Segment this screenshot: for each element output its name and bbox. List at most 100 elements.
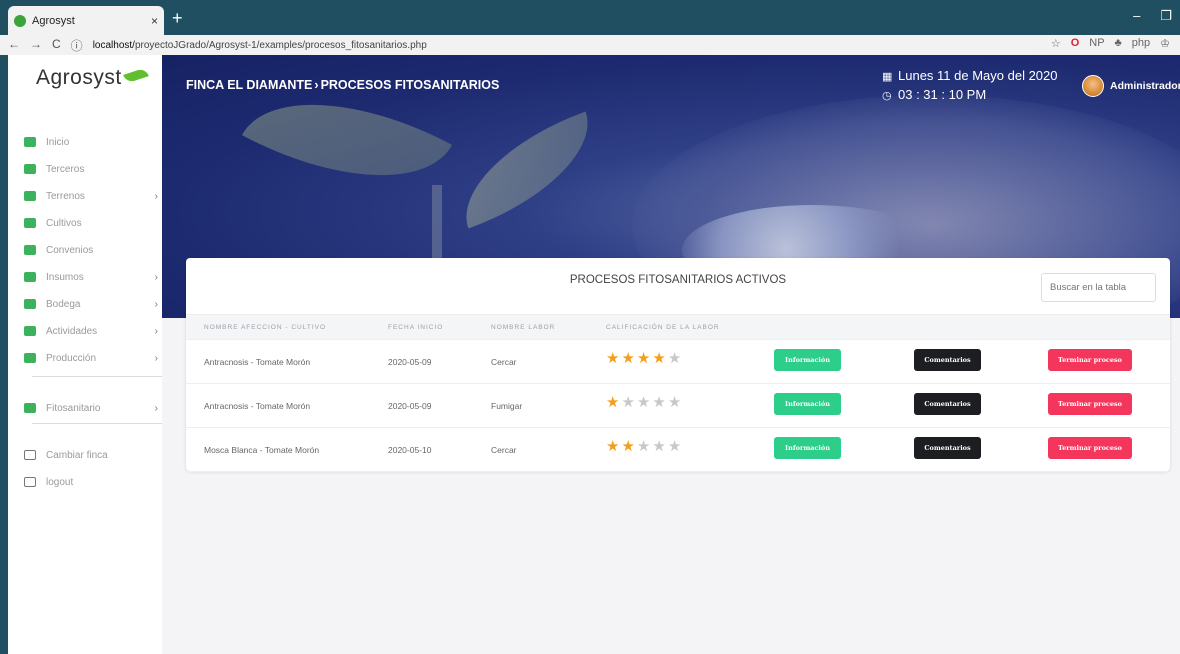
sidebar: Agrosyst Inicio Terceros Terrenos › Cultivos…	[0, 55, 162, 654]
sidebar-item-logout[interactable]: logout	[24, 472, 164, 492]
table-row: Mosca Blanca - Tomate Morón 2020-05-10 Cer…	[186, 428, 1170, 472]
sidebar-item-label: Fitosanitario	[46, 402, 101, 414]
comments-button[interactable]: Comentarios	[914, 437, 981, 459]
info-button[interactable]: Información	[774, 349, 841, 371]
sidebar-item-producción[interactable]: Producción ›	[24, 348, 164, 368]
sidebar-item-cultivos[interactable]: Cultivos	[24, 213, 164, 233]
star-empty-icon: ★	[652, 438, 668, 455]
table-row: Antracnosis - Tomate Morón 2020-05-09 Fumi…	[186, 384, 1170, 428]
bookmark-star-icon[interactable]: ☆	[1051, 37, 1061, 50]
swap-icon	[24, 450, 36, 460]
sidebar-item-label: Cultivos	[46, 217, 82, 229]
cell-afeccion: Antracnosis - Tomate Morón	[204, 401, 311, 411]
cell-fecha: 2020-05-09	[388, 357, 432, 367]
cell-fecha: 2020-05-10	[388, 445, 432, 455]
rating-stars: ★★★★★	[606, 437, 683, 455]
date-time: ▦ Lunes 11 de Mayo del 2020 ◷ 03 : 31 : 10…	[882, 67, 1058, 105]
sidebar-item-label: Cambiar finca	[46, 449, 108, 461]
sidebar-item-label: Terrenos	[46, 190, 85, 202]
sidebar-item-cambiar-finca[interactable]: Cambiar finca	[24, 445, 164, 465]
favicon-icon	[14, 14, 26, 27]
banner-leaf-image	[444, 111, 610, 229]
star-empty-icon: ★	[667, 350, 684, 367]
users-icon	[24, 164, 36, 174]
chevron-right-icon: ›	[154, 352, 158, 364]
terrain-icon	[24, 191, 36, 201]
sidebar-item-insumos[interactable]: Insumos ›	[24, 267, 164, 287]
sidebar-item-convenios[interactable]: Convenios	[24, 240, 164, 260]
finish-process-button[interactable]: Terminar proceso	[1048, 349, 1132, 371]
column-header-afeccion: NOMBRE AFECCION - CULTIVO	[204, 324, 327, 331]
sidebar-item-actividades[interactable]: Actividades ›	[24, 321, 164, 341]
column-header-labor: NOMBRE LABOR	[491, 324, 556, 331]
avatar	[1082, 75, 1104, 97]
chevron-right-icon: ›	[154, 325, 158, 337]
np-extension-icon[interactable]: NP	[1089, 37, 1104, 50]
sidebar-divider	[32, 376, 162, 377]
sidebar-divider	[32, 423, 162, 424]
column-header-fecha: FECHA INICIO	[388, 324, 444, 331]
php-extension-icon[interactable]: php	[1132, 37, 1150, 50]
info-icon[interactable]: ⓘ	[71, 37, 83, 54]
window-controls: – ❐	[1133, 8, 1172, 24]
finish-process-button[interactable]: Terminar proceso	[1048, 437, 1132, 459]
rating-stars: ★★★★★	[606, 393, 683, 411]
app-logo[interactable]: Agrosyst	[36, 66, 149, 90]
browser-tab[interactable]: Agrosyst ×	[8, 6, 164, 35]
forward-icon[interactable]: →	[30, 37, 42, 54]
rating-stars: ★★★★★	[606, 349, 683, 367]
star-filled-icon: ★	[621, 350, 637, 367]
star-empty-icon: ★	[636, 394, 653, 411]
tab-title: Agrosyst	[32, 14, 75, 27]
sidebar-item-inicio[interactable]: Inicio	[24, 132, 164, 152]
sidebar-item-bodega[interactable]: Bodega ›	[24, 294, 164, 314]
comments-button[interactable]: Comentarios	[914, 393, 981, 415]
url-field[interactable]: localhost/proyectoJGrado/Agrosyst-1/exam…	[93, 40, 427, 51]
handshake-icon	[24, 245, 36, 255]
chevron-right-icon: ›	[154, 298, 158, 310]
user-name: Administrador	[1110, 80, 1180, 92]
cell-afeccion: Mosca Blanca - Tomate Morón	[204, 445, 320, 455]
reload-icon[interactable]: C	[52, 37, 61, 54]
star-filled-icon: ★	[606, 394, 622, 411]
info-button[interactable]: Información	[774, 437, 841, 459]
cell-labor: Cercar	[491, 445, 517, 455]
sidebar-item-terrenos[interactable]: Terrenos ›	[24, 186, 164, 206]
profile-extension-icon[interactable]: ♔	[1160, 37, 1170, 50]
calendar-icon: ▦	[882, 71, 893, 83]
sidebar-item-terceros[interactable]: Terceros	[24, 159, 164, 179]
info-button[interactable]: Información	[774, 393, 841, 415]
back-icon[interactable]: ←	[8, 37, 20, 54]
opera-icon[interactable]: O	[1071, 37, 1080, 50]
chevron-right-icon: ›	[154, 271, 158, 283]
cell-afeccion: Antracnosis - Tomate Morón	[204, 357, 311, 367]
table-row: Antracnosis - Tomate Morón 2020-05-09 Cerc…	[186, 340, 1170, 384]
sidebar-item-label: Actividades	[46, 325, 98, 337]
chevron-right-icon: ›	[154, 402, 158, 414]
table-search-input[interactable]	[1041, 273, 1156, 302]
minimize-icon[interactable]: –	[1133, 8, 1140, 24]
tab-close-icon[interactable]: ×	[151, 14, 158, 28]
cloud-extension-icon[interactable]: ♣	[1115, 37, 1122, 50]
breadcrumb: FINCA EL DIAMANTE › PROCESOS FITOSANITARIO…	[186, 78, 499, 92]
cell-labor: Cercar	[491, 357, 517, 367]
clock-icon: ◷	[882, 90, 892, 102]
comments-button[interactable]: Comentarios	[914, 349, 981, 371]
sidebar-item-label: Terceros	[46, 163, 85, 175]
new-tab-button[interactable]: +	[172, 8, 183, 29]
star-empty-icon: ★	[636, 438, 653, 455]
cell-fecha: 2020-05-09	[388, 401, 432, 411]
processes-card: PROCESOS FITOSANITARIOS ACTIVOS NOMBRE A…	[186, 258, 1170, 472]
chevron-right-icon: ›	[154, 190, 158, 202]
cell-labor: Fumigar	[491, 401, 523, 411]
table-header: NOMBRE AFECCION - CULTIVO FECHA INICIO N…	[186, 314, 1170, 340]
finish-process-button[interactable]: Terminar proceso	[1048, 393, 1132, 415]
breadcrumb-farm[interactable]: FINCA EL DIAMANTE	[186, 78, 312, 92]
column-header-calificacion: CALIFICACIÓN DE LA LABOR	[606, 324, 720, 331]
star-filled-icon: ★	[606, 438, 622, 455]
user-menu[interactable]: Administrador	[1082, 75, 1180, 97]
sidebar-item-fitosanitario[interactable]: Fitosanitario ›	[24, 398, 164, 418]
warehouse-icon	[24, 299, 36, 309]
restore-icon[interactable]: ❐	[1160, 8, 1172, 24]
sidebar-item-label: Producción	[46, 352, 97, 364]
